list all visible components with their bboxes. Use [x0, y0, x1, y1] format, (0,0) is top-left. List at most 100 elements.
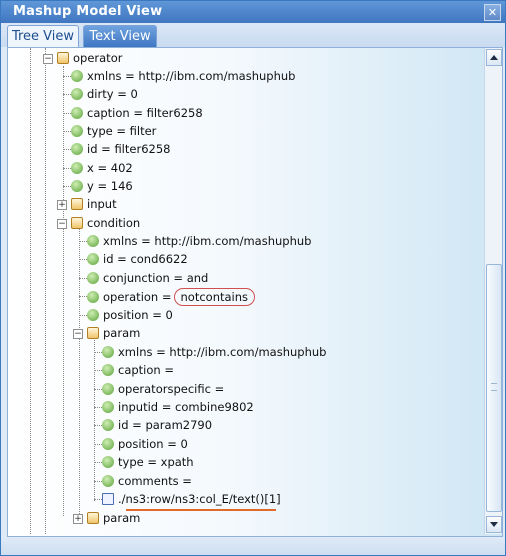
tab-bar: Tree View Text View — [1, 23, 505, 47]
grip-icon — [491, 383, 497, 391]
attribute-icon — [71, 125, 83, 137]
text-node-icon — [102, 493, 114, 505]
attr-label: position = 0 — [118, 437, 188, 451]
highlight-underline — [126, 509, 276, 511]
tree-attr[interactable]: caption = — [94, 362, 174, 378]
attribute-icon — [102, 475, 114, 487]
tab-text-view[interactable]: Text View — [83, 25, 157, 47]
close-icon[interactable]: ✕ — [484, 4, 501, 21]
operation-value: notcontains — [180, 290, 249, 304]
tree-attr[interactable]: type = filter — [63, 123, 157, 139]
node-label: param — [103, 511, 141, 525]
attr-label: comments = — [118, 474, 192, 488]
attr-label: id = cond6622 — [103, 252, 188, 266]
scroll-down-button[interactable] — [486, 516, 502, 533]
title-bar: Mashup Model View ✕ — [1, 1, 505, 23]
tree-attr[interactable]: operatorspecific = — [94, 381, 225, 397]
collapse-icon[interactable]: − — [43, 54, 53, 64]
tree-attr[interactable]: type = xpath — [94, 454, 194, 470]
tree-attr[interactable]: xmlns = http://ibm.com/mashuphub — [63, 68, 296, 84]
element-icon — [87, 512, 99, 524]
attribute-icon — [87, 235, 99, 247]
tree-attr[interactable]: y = 146 — [63, 178, 133, 194]
attribute-icon — [102, 456, 114, 468]
attr-label: xmlns = http://ibm.com/mashuphub — [87, 69, 296, 83]
tree-attr[interactable]: conjunction = and — [79, 270, 209, 286]
scroll-thumb[interactable] — [486, 264, 502, 512]
element-icon — [87, 327, 99, 339]
collapse-icon[interactable]: − — [57, 219, 67, 229]
attr-label: xmlns = http://ibm.com/mashuphub — [103, 234, 312, 248]
tree-text-node[interactable]: ./ns3:row/ns3:col_E/text()[1] — [94, 491, 281, 507]
tree-guide-line — [45, 48, 46, 534]
tree-node-condition[interactable]: − condition — [57, 215, 141, 231]
attribute-icon — [102, 438, 114, 450]
expand-icon[interactable]: + — [57, 200, 67, 210]
tree-node-param[interactable]: − param — [73, 325, 141, 341]
vertical-scrollbar[interactable] — [484, 48, 502, 534]
tree-node-input[interactable]: + input — [57, 196, 117, 212]
tree-guide-line — [79, 229, 80, 516]
node-label: param — [103, 326, 141, 340]
status-bar — [1, 537, 505, 555]
tree-attr[interactable]: caption = filter6258 — [63, 105, 203, 121]
attribute-icon — [71, 143, 83, 155]
attr-label: operation = — [103, 290, 172, 304]
node-label: input — [87, 197, 117, 211]
attribute-icon — [87, 309, 99, 321]
tree-attr[interactable]: xmlns = http://ibm.com/mashuphub — [79, 233, 312, 249]
element-icon — [57, 52, 69, 64]
window-title: Mashup Model View — [13, 4, 163, 19]
collapse-icon[interactable]: − — [73, 329, 83, 339]
node-label: condition — [87, 216, 141, 230]
tree-attr[interactable]: id = cond6622 — [79, 251, 188, 267]
attribute-icon — [102, 419, 114, 431]
attribute-icon — [71, 180, 83, 192]
attribute-icon — [71, 162, 83, 174]
tree-attr[interactable]: xmlns = http://ibm.com/mashuphub — [94, 344, 327, 360]
attr-label: x = 402 — [87, 161, 133, 175]
tree-attr[interactable]: x = 402 — [63, 160, 133, 176]
attribute-icon — [71, 107, 83, 119]
attribute-icon — [102, 346, 114, 358]
attr-label: conjunction = and — [103, 271, 209, 285]
attr-label: id = param2790 — [118, 418, 213, 432]
element-icon — [71, 198, 83, 210]
tab-tree-view[interactable]: Tree View — [7, 25, 79, 47]
attr-label: caption = filter6258 — [87, 106, 203, 120]
attribute-icon — [87, 272, 99, 284]
tree-attr[interactable]: position = 0 — [94, 436, 188, 452]
attr-label: type = filter — [87, 124, 157, 138]
tree-attr[interactable]: dirty = 0 — [63, 86, 138, 102]
attr-label: dirty = 0 — [87, 87, 138, 101]
attr-label: id = filter6258 — [87, 142, 171, 156]
attr-label: caption = — [118, 363, 174, 377]
tree-attr-operation[interactable]: operation = notcontains — [79, 288, 256, 306]
tree-attr[interactable]: comments = — [94, 473, 192, 489]
tree-attr[interactable]: id = param2790 — [94, 417, 213, 433]
tree-attr[interactable]: id = filter6258 — [63, 141, 171, 157]
element-icon — [71, 217, 83, 229]
attribute-icon — [71, 70, 83, 82]
attr-label: y = 146 — [87, 179, 133, 193]
mashup-model-view-window: Mashup Model View ✕ Tree View Text View … — [0, 0, 506, 556]
attr-label: xmlns = http://ibm.com/mashuphub — [118, 345, 327, 359]
attribute-icon — [102, 364, 114, 376]
xml-tree: − operator xmlns = http://ibm.com/mashup… — [8, 48, 484, 534]
tree-guide-line — [63, 66, 64, 516]
attribute-icon — [71, 88, 83, 100]
tree-attr[interactable]: position = 0 — [79, 307, 173, 323]
expand-icon[interactable]: + — [73, 514, 83, 524]
tree-panel: − operator xmlns = http://ibm.com/mashup… — [7, 47, 503, 537]
tree-guide-line — [94, 340, 95, 501]
tree-node-operator[interactable]: − operator — [43, 50, 122, 66]
tree-node-param[interactable]: + param — [73, 510, 141, 526]
tree-attr[interactable]: inputid = combine9802 — [94, 399, 254, 415]
attribute-icon — [87, 253, 99, 265]
arrow-down-icon — [490, 522, 498, 527]
arrow-up-icon — [490, 55, 498, 60]
attr-label: type = xpath — [118, 455, 194, 469]
attr-label: operatorspecific = — [118, 382, 225, 396]
scroll-up-button[interactable] — [486, 49, 502, 66]
tree-guide-line — [30, 48, 31, 534]
